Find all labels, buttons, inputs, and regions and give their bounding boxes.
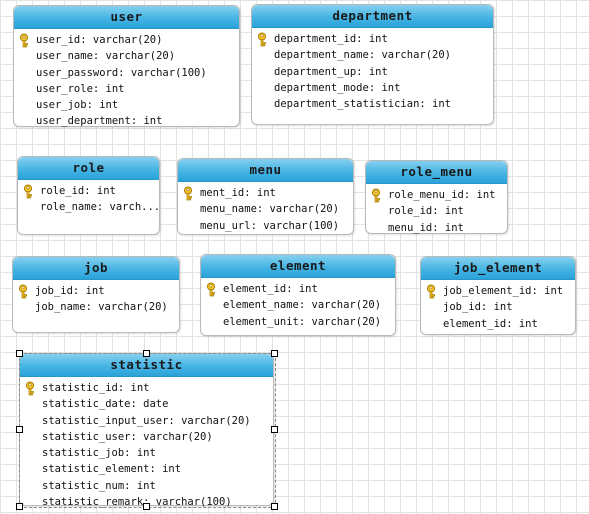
primary-key-field[interactable]: department_id: int	[252, 31, 493, 47]
field-text: element_id: int	[443, 317, 538, 330]
key-icon	[182, 186, 194, 201]
field-text: role_id: int	[388, 205, 464, 218]
table-field[interactable]: department_mode: int	[252, 80, 493, 96]
table-header[interactable]: role_menu	[366, 161, 507, 184]
resize-handle-middle-left[interactable]	[16, 426, 23, 433]
field-text: element_id: int	[223, 283, 318, 295]
table-field[interactable]: user_name: varchar(20)	[14, 48, 239, 64]
field-text: menu_id: int	[388, 221, 464, 234]
field-text: department_up: int	[274, 65, 388, 78]
field-text: department_name: varchar(20)	[274, 49, 452, 62]
table-field[interactable]: user_password: varchar(100)	[14, 65, 239, 81]
field-text: user_job: int	[36, 99, 119, 112]
field-list: user_id: varchar(20) user_name: varchar(2…	[14, 29, 239, 130]
table-header[interactable]: job_element	[421, 257, 575, 280]
key-icon	[425, 284, 437, 299]
table-field[interactable]: department_up: int	[252, 64, 493, 80]
table-header[interactable]: user	[14, 6, 239, 29]
table-field[interactable]: menu_url: varchar(100)	[178, 218, 353, 234]
table-field[interactable]: department_statistician: int	[252, 96, 493, 112]
field-text: job_id: int	[443, 301, 513, 314]
primary-key-field[interactable]: element_id: int	[201, 281, 395, 297]
table-field[interactable]: user_department: int	[14, 113, 239, 129]
table-department[interactable]: department department_id: int department_…	[251, 4, 494, 125]
table-user[interactable]: user user_id: varchar(20) user_name: varc…	[13, 5, 240, 127]
table-job[interactable]: job job_id: int job_name: varchar(20)	[12, 256, 180, 333]
primary-key-field[interactable]: ment_id: int	[178, 185, 353, 201]
table-field[interactable]: role_id: int	[366, 203, 507, 219]
field-text: role_id: int	[40, 185, 116, 197]
table-field[interactable]: role_name: varch...	[18, 199, 159, 215]
field-text: job_id: int	[35, 285, 105, 297]
resize-handle-top-right[interactable]	[271, 350, 278, 357]
field-text: element_unit: varchar(20)	[223, 315, 382, 328]
field-text: department_mode: int	[274, 81, 401, 94]
table-menu[interactable]: menu ment_id: int menu_name: varchar(20) m…	[177, 158, 354, 235]
primary-key-field[interactable]: role_menu_id: int	[366, 187, 507, 203]
resize-handle-bottom-left[interactable]	[16, 503, 23, 510]
field-text: user_id: varchar(20)	[36, 34, 163, 46]
field-list: role_id: int role_name: varch...	[18, 180, 159, 216]
table-header[interactable]: menu	[178, 159, 353, 182]
field-text: user_name: varchar(20)	[36, 50, 176, 63]
resize-handle-bottom-right[interactable]	[271, 503, 278, 510]
field-text: department_statistician: int	[274, 98, 452, 111]
key-icon	[22, 184, 34, 199]
field-list: ment_id: int menu_name: varchar(20) menu_u…	[178, 182, 353, 234]
field-list: element_id: int element_name: varchar(20)…	[201, 278, 395, 330]
primary-key-field[interactable]: job_id: int	[13, 283, 179, 299]
key-icon	[256, 32, 268, 47]
field-list: job_id: int job_name: varchar(20)	[13, 280, 179, 316]
table-field[interactable]: menu_name: varchar(20)	[178, 201, 353, 217]
field-text: menu_name: varchar(20)	[200, 203, 340, 216]
table-field[interactable]: job_name: varchar(20)	[13, 299, 179, 315]
resize-handle-top-middle[interactable]	[143, 350, 150, 357]
key-icon	[18, 33, 30, 48]
table-field[interactable]: menu_id: int	[366, 220, 507, 236]
field-text: user_department: int	[36, 115, 163, 128]
field-text: user_role: int	[36, 82, 125, 95]
table-field[interactable]: user_job: int	[14, 97, 239, 113]
field-text: role_name: varch...	[40, 201, 159, 214]
field-text: menu_url: varchar(100)	[200, 219, 340, 232]
table-header[interactable]: job	[13, 257, 179, 280]
field-list: role_menu_id: int role_id: int menu_id: in…	[366, 184, 507, 236]
primary-key-field[interactable]: job_element_id: int	[421, 283, 575, 299]
resize-handle-middle-right[interactable]	[271, 426, 278, 433]
table-role-menu[interactable]: role_menu role_menu_id: int role_id: int m…	[365, 160, 508, 234]
table-field[interactable]: user_role: int	[14, 81, 239, 97]
table-field[interactable]: element_id: int	[421, 316, 575, 332]
primary-key-field[interactable]: role_id: int	[18, 183, 159, 199]
table-field[interactable]: element_name: varchar(20)	[201, 297, 395, 313]
field-text: ment_id: int	[200, 187, 276, 199]
field-text: department_id: int	[274, 33, 388, 45]
key-icon	[370, 188, 382, 203]
resize-handle-bottom-middle[interactable]	[143, 503, 150, 510]
table-field[interactable]: department_name: varchar(20)	[252, 47, 493, 63]
field-text: role_menu_id: int	[388, 189, 496, 201]
field-text: element_name: varchar(20)	[223, 299, 382, 312]
table-element[interactable]: element element_id: int element_name: var…	[200, 254, 396, 336]
table-header[interactable]: role	[18, 157, 159, 180]
field-text: job_element_id: int	[443, 285, 564, 297]
table-field[interactable]: job_id: int	[421, 299, 575, 315]
field-list: job_element_id: int job_id: int element_id…	[421, 280, 575, 332]
table-header[interactable]: element	[201, 255, 395, 278]
resize-handle-top-left[interactable]	[16, 350, 23, 357]
primary-key-field[interactable]: user_id: varchar(20)	[14, 32, 239, 48]
table-header[interactable]: department	[252, 5, 493, 28]
table-job-element[interactable]: job_element job_element_id: int job_id: i…	[420, 256, 576, 335]
field-text: user_password: varchar(100)	[36, 66, 207, 79]
key-icon	[205, 282, 217, 297]
table-role[interactable]: role role_id: int role_name: varch...	[17, 156, 160, 235]
field-list: department_id: int department_name: varch…	[252, 28, 493, 112]
table-field[interactable]: element_unit: varchar(20)	[201, 314, 395, 330]
key-icon	[17, 284, 29, 299]
field-text: job_name: varchar(20)	[35, 301, 168, 314]
selection-frame	[19, 353, 276, 508]
